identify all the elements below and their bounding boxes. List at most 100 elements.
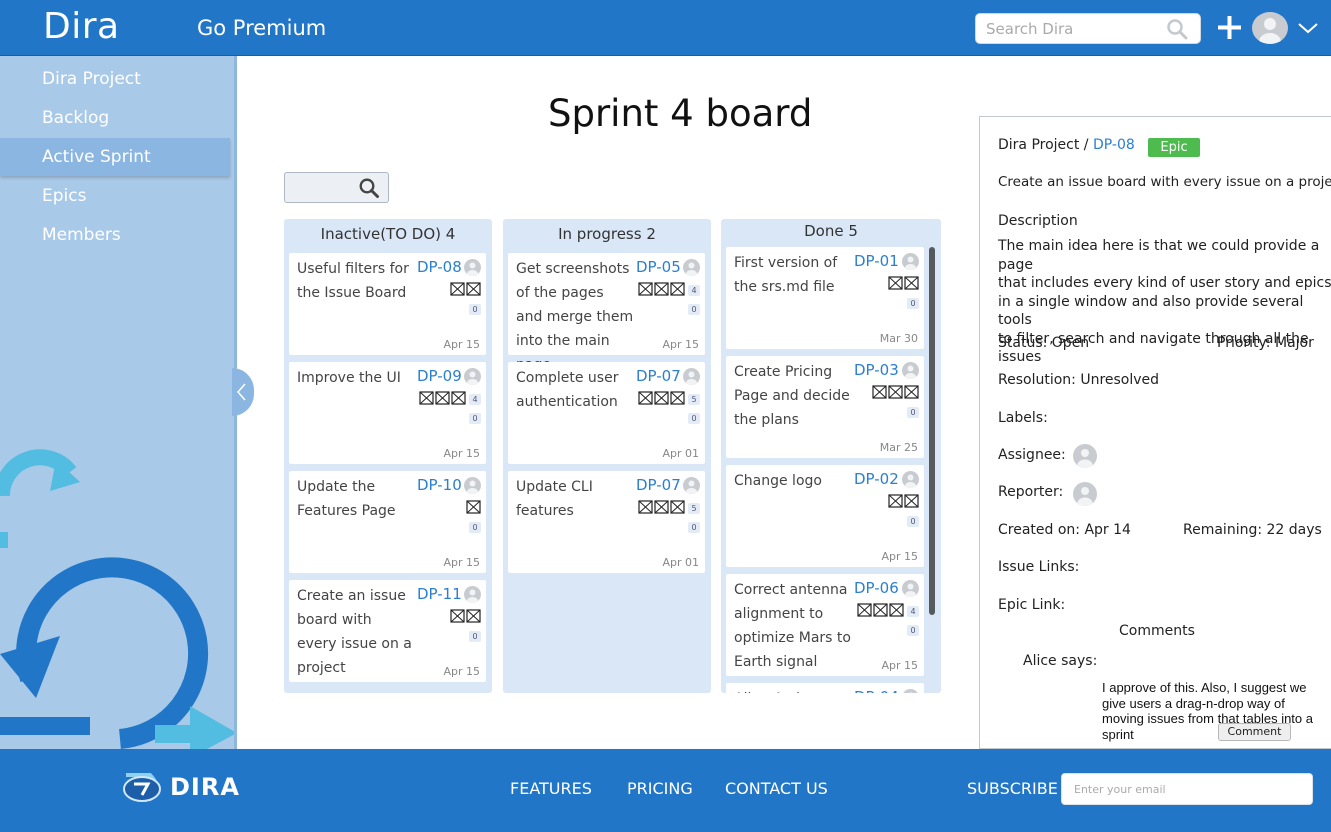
footer-logo-text[interactable]: DIRA bbox=[170, 773, 240, 801]
assignee-avatar[interactable] bbox=[902, 471, 919, 488]
issue-key-link[interactable]: DP-08 bbox=[417, 258, 462, 276]
issue-card[interactable]: Create an issue board with every issue o… bbox=[289, 580, 486, 682]
issue-summary: Create an issue board with every issue o… bbox=[998, 174, 1331, 190]
checkbox-icon bbox=[904, 275, 919, 294]
email-input[interactable] bbox=[1062, 774, 1302, 804]
assignee-avatar[interactable] bbox=[902, 253, 919, 270]
card-title: Update CLI features bbox=[516, 479, 593, 519]
comment-count: 0 bbox=[688, 304, 700, 315]
checkbox-icon bbox=[466, 608, 481, 627]
issue-key-link[interactable]: DP-01 bbox=[854, 252, 899, 270]
assignee-avatar[interactable] bbox=[1073, 444, 1097, 468]
checkbox-icon bbox=[638, 281, 653, 300]
assignee-avatar[interactable] bbox=[464, 477, 481, 494]
assignee-avatar[interactable] bbox=[464, 368, 481, 385]
assignee-avatar[interactable] bbox=[902, 580, 919, 597]
checkbox-icon bbox=[638, 390, 653, 409]
assignee-avatar[interactable] bbox=[683, 259, 700, 276]
assignee-avatar[interactable] bbox=[902, 362, 919, 379]
assignee-avatar[interactable] bbox=[902, 689, 919, 693]
issue-card[interactable]: Improve the UI DP-09 4 0 Apr 15 bbox=[289, 362, 486, 464]
assignee-avatar[interactable] bbox=[683, 477, 700, 494]
issue-key-link[interactable]: DP-07 bbox=[636, 476, 681, 494]
search-input[interactable] bbox=[976, 14, 1156, 43]
breadcrumb-project[interactable]: Dira Project bbox=[998, 137, 1079, 153]
description-line: The main idea here is that we could prov… bbox=[998, 238, 1320, 273]
issue-card[interactable]: Useful filters for the Issue Board DP-08 0… bbox=[289, 253, 486, 355]
reporter-avatar[interactable] bbox=[1073, 482, 1097, 506]
footer-link-pricing[interactable]: PRICING bbox=[627, 779, 693, 798]
issue-key-link[interactable]: DP-10 bbox=[417, 476, 462, 494]
card-title: Change logo bbox=[734, 473, 822, 489]
resolution-field: Resolution: Unresolved bbox=[998, 372, 1159, 388]
breadcrumb-issue-key[interactable]: DP-08 bbox=[1093, 137, 1135, 153]
issue-key-link[interactable]: DP-04 bbox=[854, 688, 899, 693]
remaining-field: Remaining: 22 days bbox=[1183, 522, 1322, 538]
assignee-avatar[interactable] bbox=[683, 368, 700, 385]
issue-key-link[interactable]: DP-05 bbox=[636, 258, 681, 276]
issue-card[interactable]: First version of the srs.md file DP-01 0 Ma… bbox=[726, 247, 924, 349]
column-scrollbar[interactable] bbox=[929, 247, 935, 615]
dira-logo-icon[interactable] bbox=[120, 769, 164, 805]
create-plus-icon[interactable] bbox=[1217, 15, 1242, 40]
issue-card[interactable]: Complete user authentication DP-07 5 0 Apr 0… bbox=[508, 362, 705, 464]
comment-button[interactable]: Comment bbox=[1218, 723, 1291, 741]
assignee-avatar[interactable] bbox=[464, 259, 481, 276]
comment-author: Alice bbox=[1023, 653, 1057, 669]
issue-key-link[interactable]: DP-09 bbox=[417, 367, 462, 385]
sidebar-item-epics[interactable]: Epics bbox=[0, 177, 230, 215]
issue-card[interactable]: Update CLI features DP-07 5 0 Apr 01 bbox=[508, 471, 705, 573]
checkbox-icon bbox=[904, 384, 919, 403]
created-field: Created on: Apr 14 bbox=[998, 522, 1131, 538]
issue-key-link[interactable]: DP-06 bbox=[854, 579, 899, 597]
app-logo[interactable]: Dira bbox=[43, 6, 120, 47]
go-premium-link[interactable]: Go Premium bbox=[197, 16, 326, 40]
subtask-checkboxes bbox=[888, 493, 919, 512]
footer-link-contact[interactable]: CONTACT US bbox=[725, 779, 828, 798]
sidebar-item-active-sprint[interactable]: Active Sprint bbox=[0, 138, 230, 176]
top-header: Dira Go Premium bbox=[0, 0, 1331, 56]
checkbox-icon bbox=[872, 384, 887, 403]
checkbox-icon bbox=[670, 390, 685, 409]
search-icon[interactable] bbox=[358, 177, 380, 203]
checkbox-icon bbox=[419, 390, 434, 409]
search-icon[interactable] bbox=[1166, 18, 1188, 44]
issue-card[interactable]: Get screenshots of the pages and merge t… bbox=[508, 253, 705, 373]
comment-header: Alice says: bbox=[1023, 653, 1097, 669]
comment-count: 0 bbox=[907, 298, 919, 309]
comments-heading: Comments bbox=[1119, 623, 1195, 639]
user-avatar[interactable] bbox=[1252, 12, 1288, 44]
sidebar-item-backlog[interactable]: Backlog bbox=[0, 99, 230, 137]
remaining-label: Remaining: bbox=[1183, 522, 1263, 538]
sidebar-item-members[interactable]: Members bbox=[0, 216, 230, 254]
sidebar-collapse-toggle[interactable] bbox=[232, 368, 254, 416]
card-date: Apr 15 bbox=[443, 447, 480, 460]
checkbox-icon bbox=[654, 390, 669, 409]
checkbox-icon bbox=[670, 499, 685, 518]
resolution-value: Unresolved bbox=[1080, 372, 1160, 388]
issue-key-link[interactable]: DP-02 bbox=[854, 470, 899, 488]
issue-card[interactable]: Correct antenna alignment to optimize Ma… bbox=[726, 574, 924, 676]
comment-count: 0 bbox=[469, 631, 481, 642]
issue-key-link[interactable]: DP-07 bbox=[636, 367, 681, 385]
issue-key-link[interactable]: DP-11 bbox=[417, 585, 462, 603]
footer-link-features[interactable]: FEATURES bbox=[510, 779, 592, 798]
description-heading: Description bbox=[998, 213, 1078, 229]
checkbox-icon bbox=[889, 602, 904, 621]
comment-count: 0 bbox=[688, 413, 700, 424]
issue-card[interactable]: Align ActiveDP-04 bbox=[726, 683, 924, 693]
subtask-checkboxes bbox=[466, 499, 481, 518]
issue-card[interactable]: Change logo DP-02 0 Apr 15 bbox=[726, 465, 924, 567]
sidebar-item-dira-project[interactable]: Dira Project bbox=[0, 60, 230, 98]
subtask-count: 5 bbox=[688, 394, 700, 405]
page-title: Sprint 4 board bbox=[548, 92, 813, 135]
issue-card[interactable]: Create Pricing Page and decide the plans… bbox=[726, 356, 924, 458]
assignee-avatar[interactable] bbox=[464, 586, 481, 603]
issue-key-link[interactable]: DP-03 bbox=[854, 361, 899, 379]
checkbox-icon bbox=[654, 499, 669, 518]
issue-card[interactable]: Update the Features Page DP-10 0 Apr 15 bbox=[289, 471, 486, 573]
board-search-box[interactable] bbox=[284, 172, 389, 203]
card-date: Apr 15 bbox=[443, 338, 480, 351]
chevron-down-icon[interactable] bbox=[1297, 20, 1319, 39]
card-title: Get screenshots of the pages and merge t… bbox=[516, 261, 634, 373]
